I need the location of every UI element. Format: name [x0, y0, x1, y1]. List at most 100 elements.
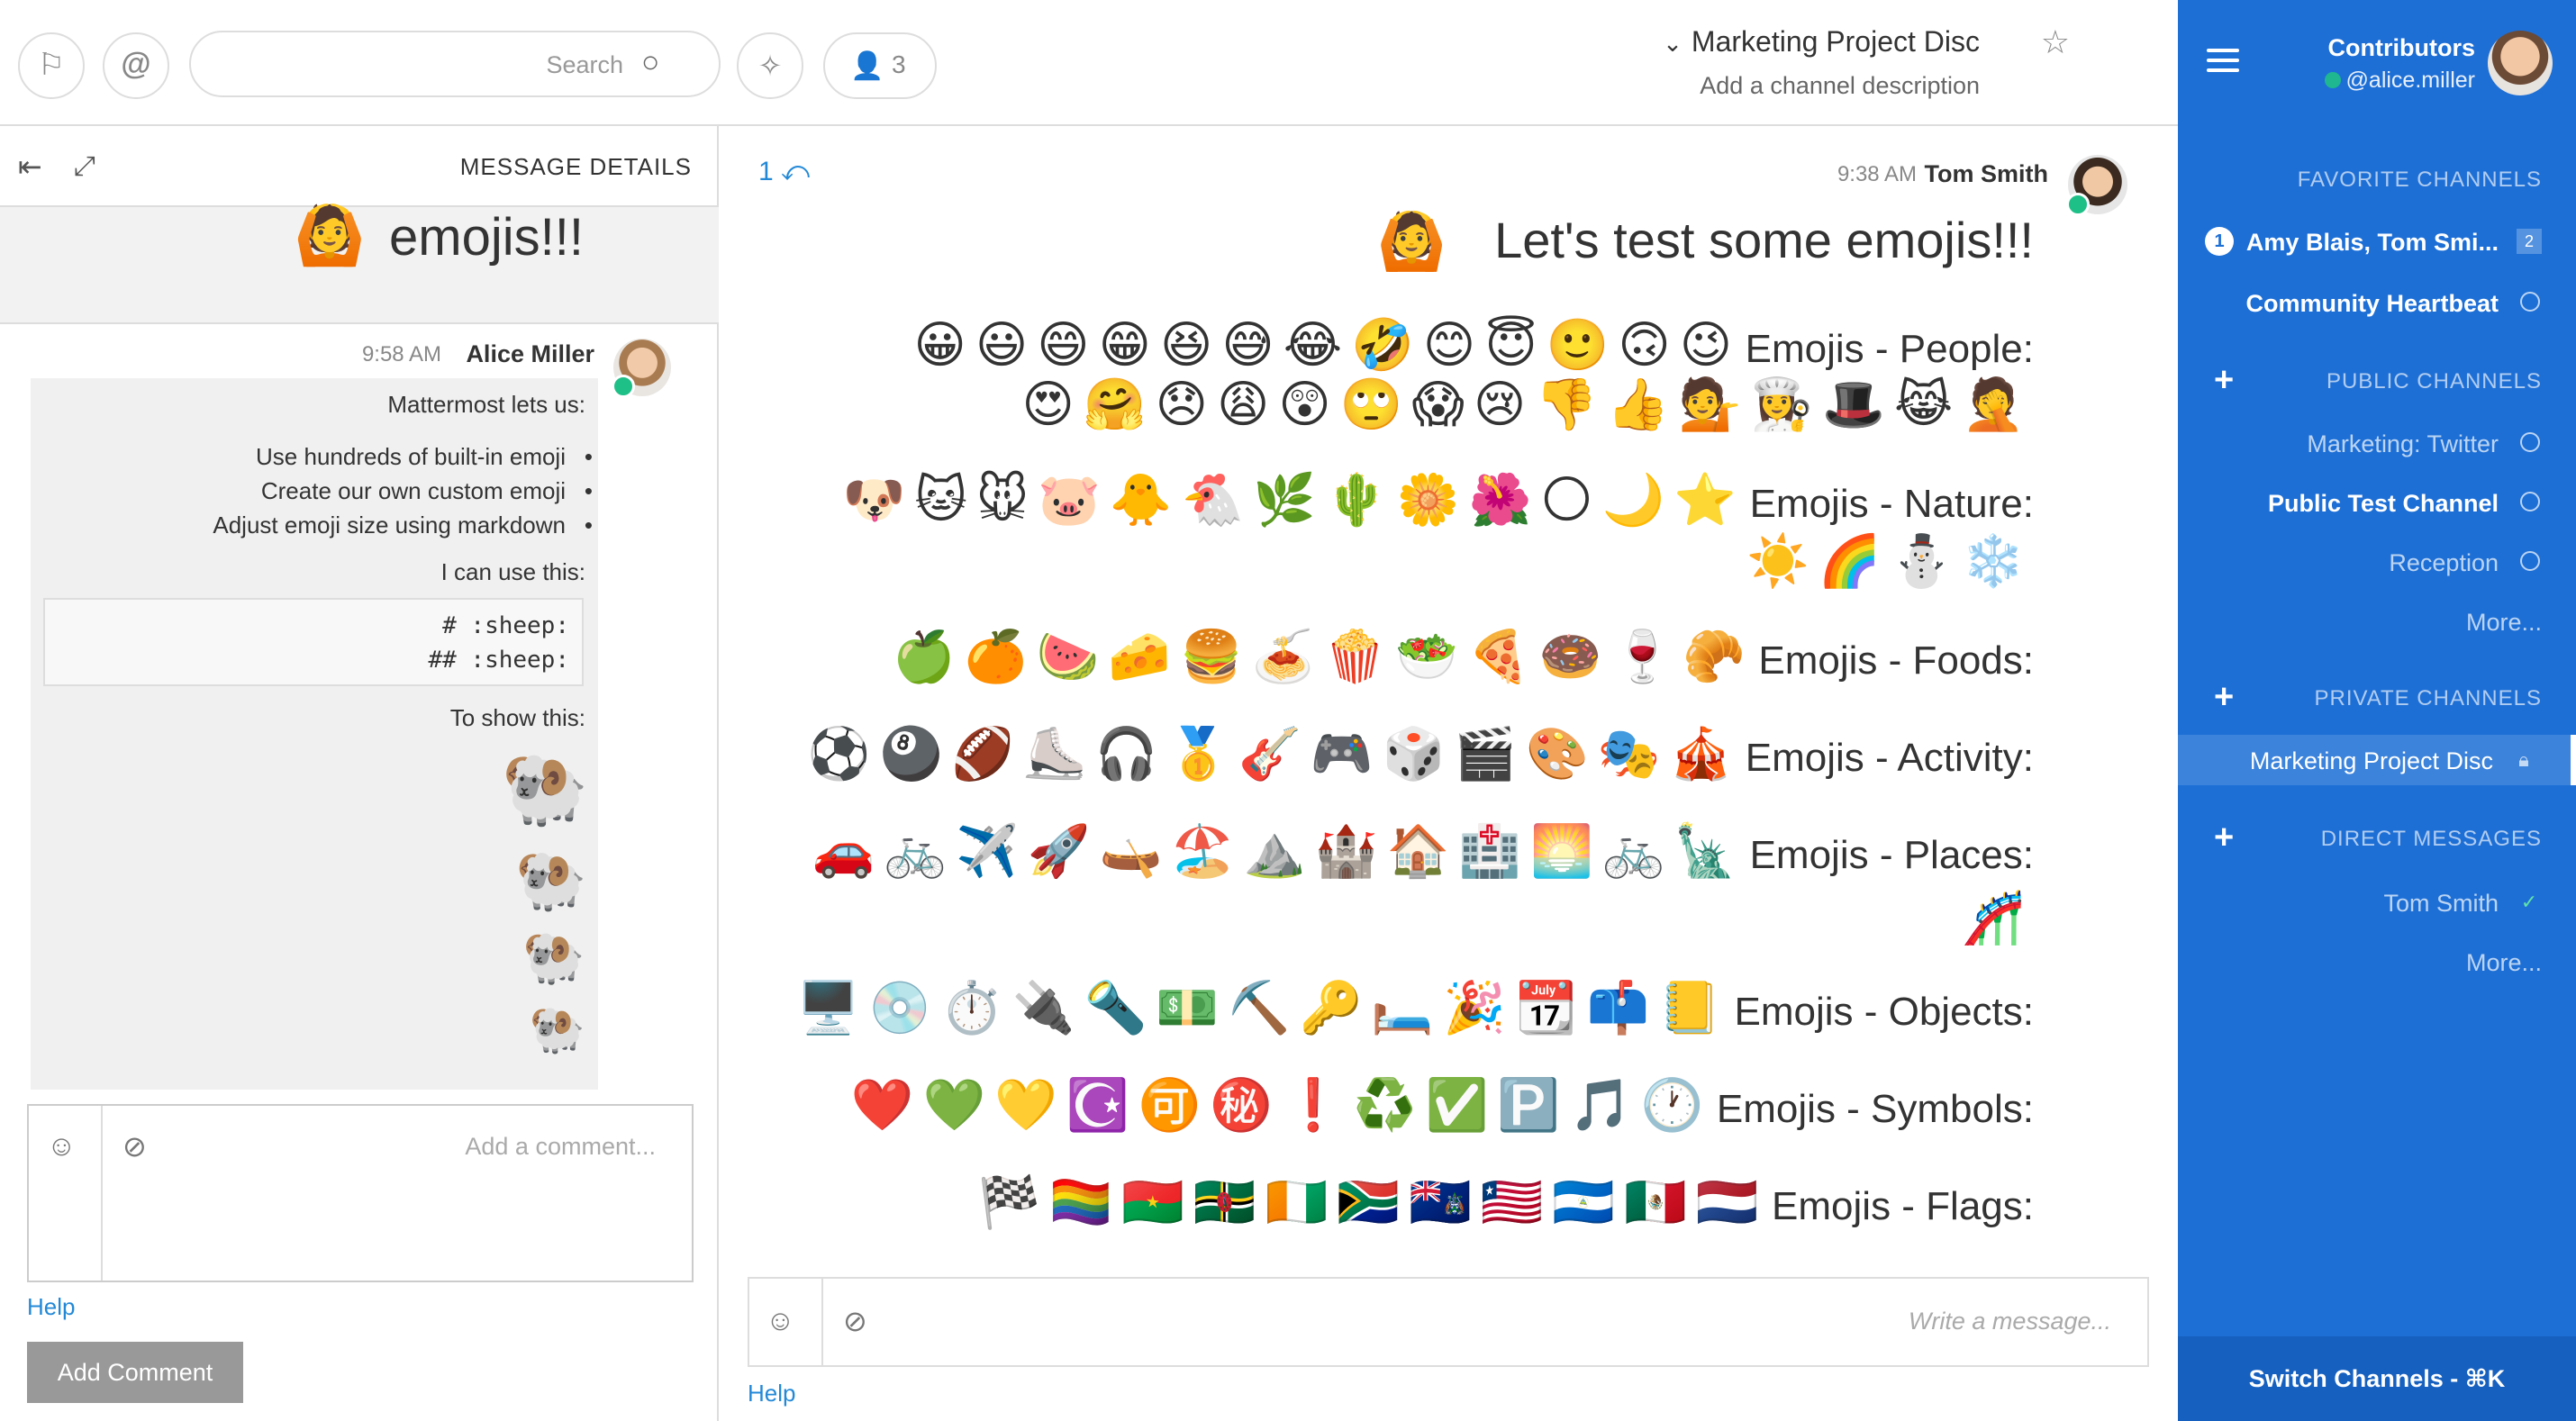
unread-badge: 1 — [2205, 227, 2234, 256]
divider — [821, 1279, 823, 1365]
search-input[interactable] — [227, 45, 623, 85]
title-emoji: 🙆 — [1376, 211, 1447, 273]
reply-text: I can use this: — [440, 558, 585, 585]
flagged-posts-button[interactable]: ⚐ — [18, 32, 85, 99]
attachment-icon[interactable]: ⊘ — [122, 1129, 147, 1163]
sidebar-item-label: Community Heartbeat — [2245, 290, 2499, 317]
team-name: Contributors — [2327, 34, 2475, 61]
avatar[interactable] — [612, 339, 671, 398]
expand-icon[interactable]: ⤢ — [74, 151, 95, 182]
at-mention-icon: @ — [121, 47, 151, 81]
channel-header: ☆ ⌄ Marketing Project Disc Add a channel … — [0, 0, 2178, 126]
sidebar-header: Contributors @alice.miller — [2178, 0, 2576, 126]
sheep-emoji-h3: 🐏 — [522, 928, 585, 985]
emoji-list: ⚽🎱🏈⛸️🎧🥇🎸🎮🎲🎬🎨🎭🎪 — [807, 725, 1742, 782]
list-item: Create our own custom emoji — [261, 477, 593, 505]
sheep-emoji-h4: 🐏 — [529, 1004, 585, 1054]
reply-count-value: 1 — [758, 157, 774, 186]
message-details-panel: ⇤ ⤢ MESSAGE DETAILS 🙆 emojis!!! Alice Mi… — [0, 126, 719, 1421]
emoji-row-label: Emojis - People: — [1745, 327, 2034, 371]
emoji-row-label: Emojis - Symbols: — [1716, 1087, 2034, 1131]
post-time[interactable]: 9:58 AM — [362, 342, 441, 367]
emoji-row-nature: 🐶🐱🐭🐷🐥🐔🌿🌵🌼🌺🌕🌙⭐ Emojis - Nature: — [843, 470, 2034, 529]
help-link[interactable]: Help — [748, 1380, 795, 1407]
sidebar-more-public[interactable]: More... — [2178, 596, 2576, 647]
emoji-row-places: 🚗🚲✈️🚀🛶🏖️⛰️🏰🏠🏥🌅🚲🗽 Emojis - Places: — [812, 821, 2034, 881]
root-post-emoji: 🙆 — [294, 203, 366, 267]
emoji-picker-icon[interactable]: ☺ — [766, 1304, 795, 1337]
sidebar-item-marketing-twitter[interactable]: Marketing: Twitter — [2178, 418, 2576, 468]
code-line: # :sheep: — [442, 612, 569, 639]
section-label: DIRECT MESSAGES — [2320, 827, 2542, 851]
add-comment-button[interactable]: Add Comment — [27, 1342, 243, 1403]
recent-mentions-button[interactable]: @ — [103, 32, 169, 99]
channel-description[interactable]: Add a channel description — [1700, 72, 1980, 100]
sidebar-item-label: Tom Smith — [2383, 890, 2499, 917]
direct-messages-header: + DIRECT MESSAGES — [2178, 819, 2576, 857]
message-input[interactable]: Write a message... — [1909, 1308, 2111, 1335]
post-author[interactable]: Tom Smith — [1925, 160, 2049, 188]
add-dm-icon[interactable]: + — [2214, 819, 2234, 855]
group-dm-icon: 2 — [2517, 229, 2542, 254]
username: @alice.miller — [2345, 68, 2475, 93]
favorite-channels-header: FAVORITE CHANNELS — [2178, 162, 2576, 198]
avatar[interactable] — [2488, 31, 2553, 95]
pin-icon: ✧ — [757, 50, 783, 82]
sidebar-item-label: Amy Blais, Tom Smi... — [2245, 229, 2499, 256]
emoji-list: 🎢 — [1962, 889, 2034, 946]
sidebar: Contributors @alice.miller FAVORITE CHAN… — [2178, 0, 2576, 1421]
sidebar-item-public-test-channel[interactable]: Public Test Channel — [2178, 477, 2576, 528]
close-panel-icon[interactable]: ⇤ — [18, 149, 42, 184]
sidebar-item-community-heartbeat[interactable]: Community Heartbeat — [2178, 277, 2576, 328]
channel-title[interactable]: ⌄ Marketing Project Disc — [1663, 25, 1980, 59]
sidebar-item-label: Marketing: Twitter — [2307, 430, 2499, 457]
reply-post-body: Mattermost lets us: Use hundreds of buil… — [31, 378, 598, 1090]
emoji-row-label: Emojis - Objects: — [1734, 990, 2034, 1034]
member-list-button[interactable]: 👤 3 — [823, 32, 937, 99]
add-channel-icon[interactable]: + — [2214, 362, 2234, 398]
comment-input[interactable]: Add a comment... — [465, 1133, 656, 1161]
attachment-icon[interactable]: ⊘ — [843, 1304, 867, 1338]
emoji-list: 😀😃😄😁😆😅😂🤣😊😇🙂🙃😉 — [913, 316, 1742, 373]
reply-intro: Mattermost lets us: — [387, 391, 585, 418]
post-list: 1 ⤺ Tom Smith 9:38 AM 🙆 Let's test some … — [721, 126, 2178, 1421]
comment-box[interactable]: ☺ ⊘ Add a comment... — [27, 1104, 694, 1282]
reply-count[interactable]: 1 ⤺ — [758, 157, 810, 187]
emoji-list: ☀️🌈⛄❄️ — [1746, 532, 2034, 589]
pinned-posts-button[interactable]: ✧ — [737, 32, 803, 99]
section-label: PRIVATE CHANNELS — [2314, 686, 2542, 710]
emoji-list: 🖥️💿⏱️🔌🔦💵⛏️🔑🛏️🎉📆📫📒 — [796, 979, 1731, 1036]
team-info[interactable]: Contributors @alice.miller — [2268, 34, 2475, 94]
sidebar-more-dm[interactable]: More... — [2178, 937, 2576, 987]
sidebar-item-group-dm[interactable]: 1 Amy Blais, Tom Smi... 2 — [2178, 216, 2576, 267]
globe-icon — [2520, 292, 2540, 312]
emoji-list: 🐶🐱🐭🐷🐥🐔🌿🌵🌼🌺🌕🌙⭐ — [842, 471, 1746, 528]
hamburger-menu-icon[interactable] — [2207, 49, 2239, 76]
switch-channels-button[interactable]: Switch Channels - ⌘K — [2178, 1336, 2576, 1421]
help-link[interactable]: Help — [27, 1293, 75, 1321]
add-channel-icon[interactable]: + — [2214, 679, 2234, 715]
emoji-row-label: Emojis - Places: — [1749, 833, 2034, 877]
chevron-down-icon[interactable]: ⌄ — [1663, 30, 1683, 57]
post-author[interactable]: Alice Miller — [466, 340, 594, 368]
emoji-picker-icon[interactable]: ☺ — [47, 1129, 77, 1163]
online-status-icon — [2322, 70, 2343, 90]
more-link: More... — [2465, 609, 2542, 636]
rhs-title: MESSAGE DETAILS — [459, 153, 692, 180]
search-box[interactable]: ○ — [189, 31, 721, 97]
emoji-row-symbols: ❤️💚💛☪️🉑㊙️❗♻️✅🅿️🎵🕐 Emojis - Symbols: — [851, 1075, 2034, 1135]
reply-text: To show this: — [449, 704, 585, 731]
online-status-icon: ✓ — [2520, 891, 2538, 913]
post-title: Let's test some emojis!!! — [1494, 212, 2034, 268]
reply-arrow-icon: ⤺ — [781, 157, 811, 186]
sidebar-item-reception[interactable]: Reception — [2178, 537, 2576, 587]
favorite-star-icon[interactable]: ☆ — [2041, 23, 2070, 61]
sidebar-item-marketing-project[interactable]: Marketing Project Disc 🔒︎ — [2178, 735, 2576, 785]
message-box[interactable]: ☺ ⊘ Write a message... — [748, 1277, 2149, 1367]
avatar[interactable] — [2066, 155, 2127, 216]
emoji-list: 🏁🏳️‍🌈🇧🇫🇩🇲🇨🇮🇿🇦🇦🇨🇱🇷🇳🇮🇲🇽🇳🇱 — [977, 1173, 1768, 1230]
code-block: # :sheep: ## :sheep: — [43, 598, 584, 686]
post-time[interactable]: 9:38 AM — [1837, 162, 1917, 187]
sidebar-item-tom-smith[interactable]: Tom Smith ✓ — [2178, 877, 2576, 928]
root-post-preview: 🙆 emojis!!! — [0, 203, 719, 324]
